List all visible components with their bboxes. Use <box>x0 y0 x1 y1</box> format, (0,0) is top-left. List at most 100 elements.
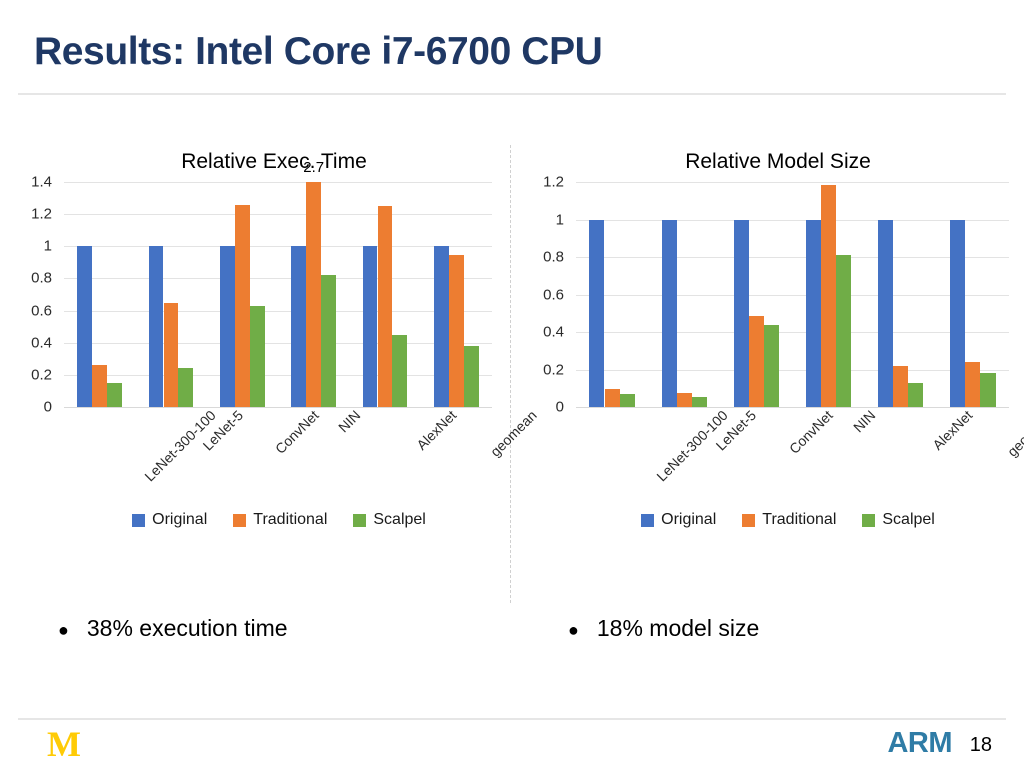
legend-label: Original <box>661 511 717 528</box>
bullet-exec-time-text: 38% execution time <box>86 615 288 641</box>
bar-group <box>207 182 278 407</box>
plot-area-exec-time: 2.7 <box>64 159 492 408</box>
bar-traditional[interactable] <box>448 255 464 407</box>
y-axis-tick-label: 0.4 <box>543 323 564 341</box>
bar-traditional[interactable] <box>377 206 393 407</box>
bar-group <box>421 182 492 407</box>
bar-group <box>135 182 206 407</box>
bar-original[interactable] <box>362 246 378 407</box>
bar-original[interactable] <box>77 246 93 407</box>
x-axis-category-label: ConvNet <box>272 407 323 457</box>
bullet-dot-icon: ● <box>568 620 579 640</box>
bar-scalpel[interactable] <box>178 368 194 407</box>
bar-original[interactable] <box>433 246 449 407</box>
chart-title-exec-time: Relative Exec. Time <box>181 150 367 173</box>
michigan-logo: M <box>47 724 81 764</box>
y-axis-tick-label: 0.8 <box>543 248 564 266</box>
y-axis-tick-label: 0.6 <box>543 286 564 303</box>
chart-exec-time: 0 0.2 0.4 0.6 0.8 1 1.2 1.4 2.7 <box>0 159 500 416</box>
legend-item-scalpel[interactable]: Scalpel <box>353 511 426 529</box>
bar-scalpel[interactable] <box>321 275 337 407</box>
title-divider <box>18 93 1006 95</box>
bar-scalpel[interactable] <box>463 345 479 407</box>
legend-swatch-icon <box>233 513 247 527</box>
plot-area-model-size <box>576 182 1009 408</box>
legend-item-scalpel[interactable]: Scalpel <box>862 511 935 529</box>
bar-scalpel[interactable] <box>980 373 996 407</box>
legend-label: Traditional <box>762 511 837 528</box>
bar-original[interactable] <box>733 219 749 407</box>
y-axis-tick-label: 1.4 <box>31 173 52 191</box>
y-axis-tick-label: 1 <box>43 237 52 255</box>
bar-scalpel[interactable] <box>619 393 635 407</box>
bar-original[interactable] <box>878 219 894 407</box>
legend-label: Scalpel <box>373 511 426 528</box>
bar-traditional[interactable] <box>893 365 909 407</box>
bar-group <box>576 182 648 407</box>
x-axis-category-label: AlexNet <box>929 407 976 453</box>
y-axis-tick-label: 0.4 <box>31 334 52 352</box>
bar-original[interactable] <box>291 246 307 407</box>
legend-model-size: Original Traditional Scalpel <box>512 507 1024 533</box>
bar-traditional[interactable] <box>92 365 108 407</box>
bars-layer-exec-time: 2.7 <box>64 159 492 407</box>
page-number: 18 <box>969 734 992 756</box>
panel-divider <box>510 145 511 603</box>
bar-original[interactable] <box>148 246 164 407</box>
bar-original[interactable] <box>661 219 677 407</box>
y-axis-tick-label: 0.2 <box>543 361 564 378</box>
bar-group <box>648 182 720 407</box>
exec-time-panel: Relative Exec. Time 0 0.2 0.4 0.6 0.8 1 1.2 1.4… <box>0 150 540 533</box>
bar-group <box>720 182 792 407</box>
bar-traditional[interactable] <box>163 302 179 407</box>
bullet-exec-time: ● 38% execution time <box>58 615 288 642</box>
legend-item-original[interactable]: Original <box>132 511 207 529</box>
x-axis-category-label: NIN <box>849 407 879 436</box>
footer-divider <box>18 718 1006 720</box>
page-title: Results: Intel Core i7-6700 CPU <box>34 30 603 73</box>
bar-group <box>349 182 420 407</box>
legend-label: Scalpel <box>882 511 935 528</box>
y-axis-tick-label: 0.6 <box>31 302 52 320</box>
bullet-dot-icon: ● <box>58 620 69 640</box>
arm-logo: ARM <box>887 727 952 759</box>
legend-swatch-icon <box>353 513 367 527</box>
y-axis-tick-label: 0.2 <box>31 366 52 384</box>
bar-original[interactable] <box>950 219 966 407</box>
bar-traditional[interactable] <box>604 389 620 407</box>
bar-scalpel[interactable] <box>836 255 852 407</box>
bar-group <box>64 182 135 407</box>
bar-group <box>865 182 937 407</box>
bar-scalpel[interactable] <box>691 397 707 407</box>
bar-original[interactable] <box>805 219 821 407</box>
legend-label: Original <box>152 511 208 528</box>
bar-scalpel[interactable] <box>763 324 780 407</box>
bar-traditional[interactable] <box>306 182 322 407</box>
legend-item-traditional[interactable]: Traditional <box>233 511 327 529</box>
bar-original[interactable] <box>589 219 605 407</box>
y-axis-tick-label: 0.8 <box>31 269 52 287</box>
legend-swatch-icon <box>132 513 146 527</box>
bar-traditional[interactable] <box>965 362 981 407</box>
bar-traditional[interactable] <box>676 393 692 407</box>
y-axis-exec-time: 0 0.2 0.4 0.6 0.8 1 1.2 1.4 <box>0 174 60 416</box>
bar-traditional[interactable] <box>748 316 764 407</box>
bar-scalpel[interactable] <box>392 334 408 407</box>
bar-scalpel[interactable] <box>908 382 924 407</box>
y-axis-tick-label: 1 <box>555 211 564 228</box>
legend-label: Traditional <box>253 511 328 528</box>
bar-traditional[interactable] <box>821 184 837 407</box>
bar-group <box>937 182 1009 407</box>
x-axis-labels-exec-time: LeNet-300-100 LeNet-5 ConvNet NIN AlexNet geo… <box>0 407 540 507</box>
bar-group <box>793 182 865 407</box>
legend-exec-time: Original Traditional Scalpel <box>0 507 508 533</box>
legend-item-traditional[interactable]: Traditional <box>742 511 836 529</box>
bar-scalpel[interactable] <box>107 382 123 407</box>
y-axis-tick-label: 1.2 <box>543 173 564 191</box>
legend-item-original[interactable]: Original <box>641 511 716 529</box>
bar-original[interactable] <box>219 246 235 407</box>
bullet-model-size-text: 18% model size <box>596 615 760 641</box>
x-axis-category-label: NIN <box>334 407 364 436</box>
bar-traditional[interactable] <box>234 204 250 407</box>
bar-scalpel[interactable] <box>249 305 265 407</box>
